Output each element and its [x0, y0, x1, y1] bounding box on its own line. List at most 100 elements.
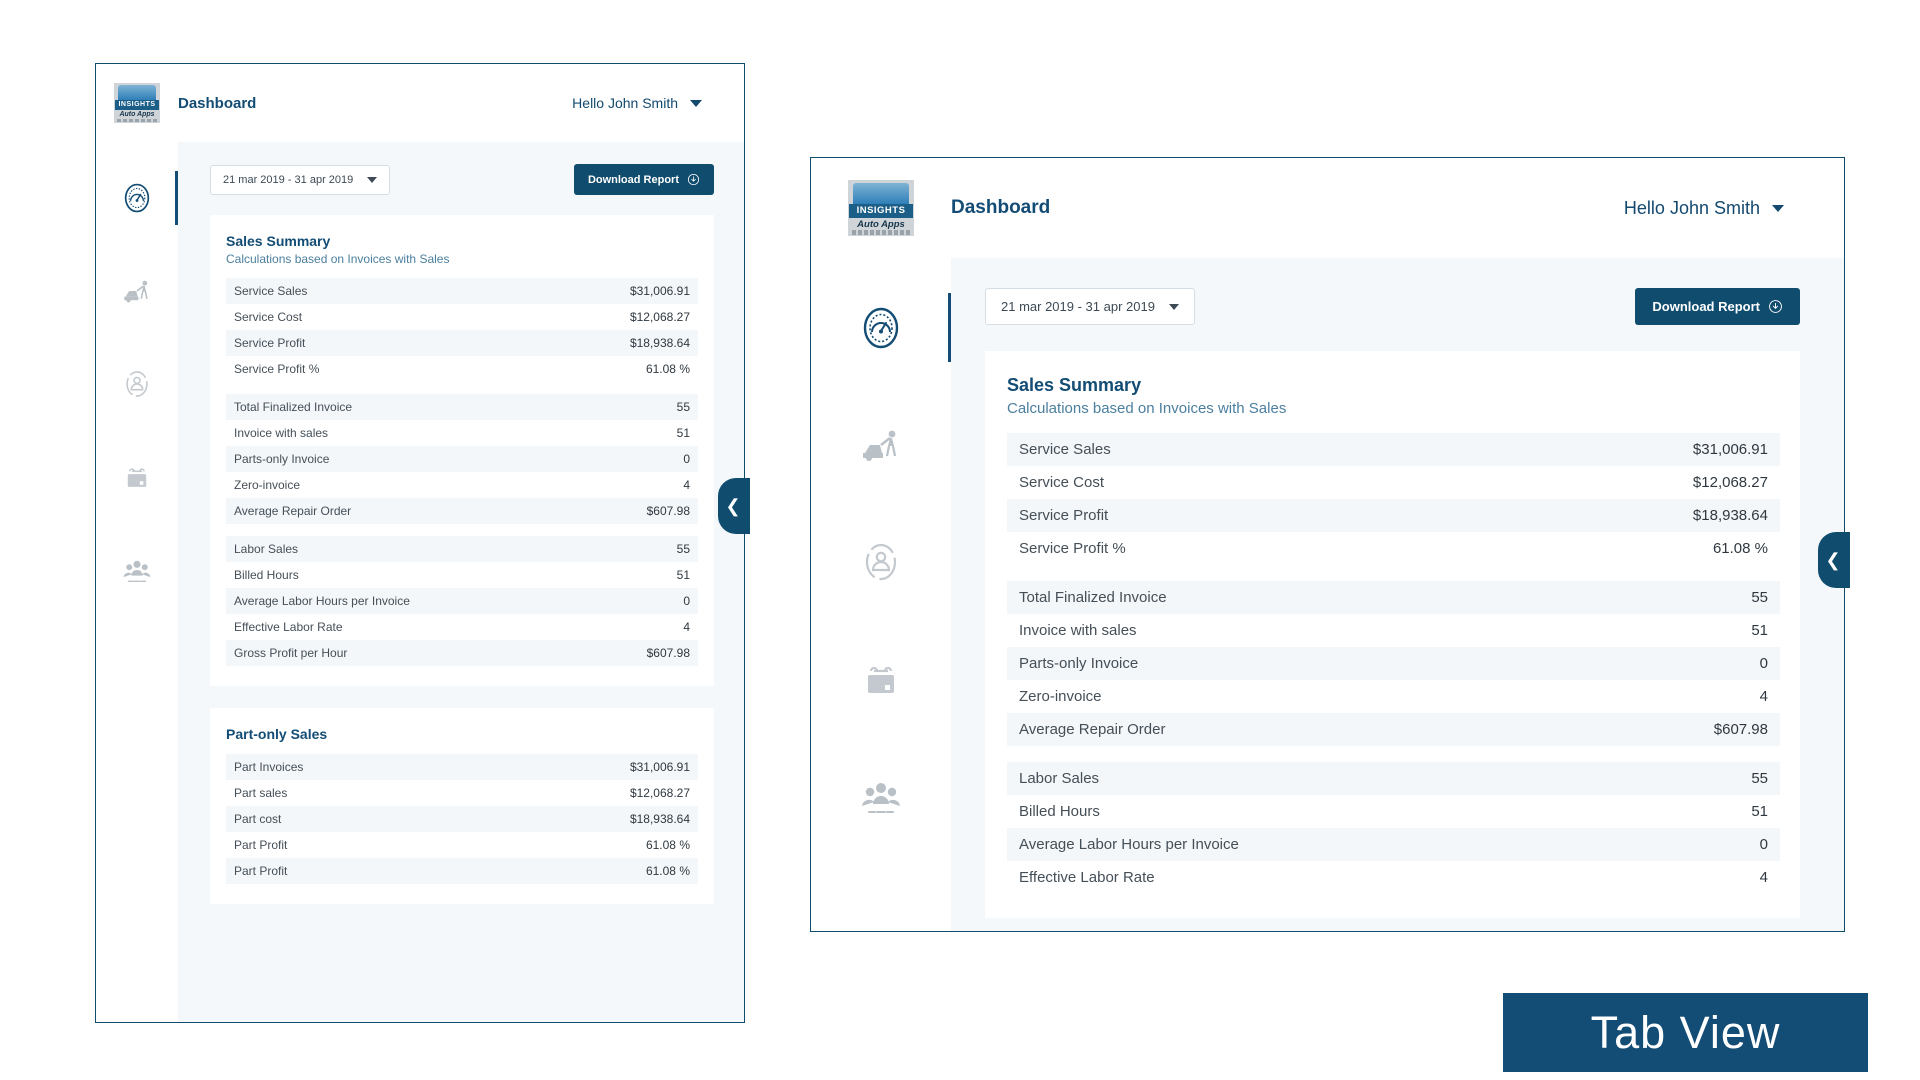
- logo-insights-text: INSIGHTS: [114, 99, 160, 111]
- table-row: Zero-invoice 4: [226, 472, 698, 498]
- table-row: Average Labor Hours per Invoice 0: [226, 588, 698, 614]
- toolbar-narrow: 21 mar 2019 - 31 apr 2019 Download Repor…: [178, 142, 744, 209]
- sidebar-item-service[interactable]: [811, 397, 951, 492]
- gauge-icon: [124, 183, 150, 212]
- row-value: 51: [1751, 803, 1768, 820]
- sidebar-item-customers[interactable]: [811, 514, 951, 609]
- gauge-icon: [863, 307, 899, 348]
- chevron-left-icon: ❮: [1825, 550, 1841, 570]
- row-value: 4: [683, 478, 690, 492]
- user-menu[interactable]: Hello John Smith: [572, 95, 744, 111]
- sidebar-item-team[interactable]: [811, 748, 951, 843]
- app-window-narrow: INSIGHTS Auto Apps Dashboard Hello John …: [95, 63, 745, 1023]
- sidebar-item-team[interactable]: [96, 532, 178, 607]
- user-greeting: Hello John Smith: [572, 95, 678, 111]
- table-row: Average Repair Order $607.98: [226, 498, 698, 524]
- row-value: 61.08 %: [645, 362, 690, 376]
- table-row: Billed Hours 51: [1007, 795, 1780, 828]
- sidebar-rail: [96, 142, 180, 1022]
- row-label: Gross Profit per Hour: [234, 646, 348, 660]
- table-row: Service Profit $18,938.64: [226, 330, 698, 356]
- sidebar-item-customers[interactable]: [96, 346, 178, 421]
- row-value: 0: [1759, 655, 1768, 672]
- row-value: $18,938.64: [629, 336, 690, 350]
- table-row: Part Profit 61.08 %: [226, 832, 698, 858]
- person-badge-icon: [126, 370, 148, 397]
- row-value: 55: [676, 400, 690, 414]
- table-row: Invoice with sales 51: [1007, 614, 1780, 647]
- table-row: Service Profit $18,938.64: [1007, 499, 1780, 532]
- row-value: 61.08 %: [645, 838, 690, 852]
- download-cloud-icon: [687, 173, 700, 186]
- table-row: Gross Profit per Hour $607.98: [226, 640, 698, 666]
- row-label: Parts-only Invoice: [1019, 655, 1139, 672]
- row-label: Part Profit: [234, 864, 288, 878]
- row-value: 61.08 %: [645, 864, 690, 878]
- download-report-button[interactable]: Download Report: [1635, 288, 1800, 325]
- row-group-separator: [226, 382, 698, 394]
- part-only-sales-rows: Part Invoices $31,006.91 Part sales $12,068…: [226, 754, 698, 884]
- row-label: Parts-only Invoice: [234, 452, 330, 466]
- row-value: 55: [1751, 770, 1768, 787]
- row-label: Service Sales: [234, 284, 308, 298]
- row-value: 0: [683, 594, 690, 608]
- download-report-button[interactable]: Download Report: [573, 164, 714, 195]
- main-content-wide: 21 mar 2019 - 31 apr 2019 Download Repor…: [951, 258, 1844, 931]
- row-label: Invoice with sales: [234, 426, 329, 440]
- row-value: 4: [683, 620, 690, 634]
- logo-autoapps-text: Auto Apps: [857, 218, 905, 230]
- table-row: Labor Sales 55: [226, 536, 698, 562]
- table-row: Billed Hours 51: [226, 562, 698, 588]
- row-value: 0: [1759, 836, 1768, 853]
- card-subtitle: Calculations based on Invoices with Sale…: [226, 252, 450, 266]
- row-value: $31,006.91: [629, 760, 690, 774]
- chevron-down-icon: [1772, 204, 1784, 212]
- table-row: Zero-invoice 4: [1007, 680, 1780, 713]
- row-value: $31,006.91: [1692, 441, 1768, 458]
- row-label: Average Labor Hours per Invoice: [234, 594, 410, 608]
- sidebar-item-appointments[interactable]: [96, 439, 178, 514]
- logo-wrap: INSIGHTS Auto Apps: [811, 180, 951, 236]
- row-label: Average Repair Order: [1019, 721, 1166, 738]
- row-label: Service Profit: [234, 336, 306, 350]
- row-value: $12,068.27: [629, 786, 690, 800]
- app-body-narrow: 21 mar 2019 - 31 apr 2019 Download Repor…: [96, 142, 744, 1022]
- logo-swoosh-icon: [117, 85, 157, 100]
- card-title: Part-only Sales: [226, 726, 328, 742]
- row-label: Service Cost: [1019, 474, 1105, 491]
- sidebar-item-dashboard[interactable]: [811, 280, 953, 375]
- part-only-sales-card-narrow: Part-only Sales Part Invoices $31,006.91 P…: [210, 708, 714, 904]
- person-badge-icon: [865, 543, 897, 580]
- chevron-down-icon: [690, 99, 702, 107]
- table-row: Service Profit % 61.08 %: [1007, 532, 1780, 565]
- people-group-icon: [123, 560, 151, 582]
- table-row: Parts-only Invoice 0: [226, 446, 698, 472]
- row-label: Part Profit: [234, 838, 288, 852]
- collapse-panel-handle-wide[interactable]: ❮: [1818, 532, 1850, 588]
- row-value: 55: [1751, 589, 1768, 606]
- sidebar-item-service[interactable]: [96, 253, 178, 328]
- row-group-separator: [226, 524, 698, 536]
- table-row: Effective Labor Rate 4: [1007, 861, 1780, 894]
- table-row: Average Repair Order $607.98: [1007, 713, 1780, 746]
- date-range-picker[interactable]: 21 mar 2019 - 31 apr 2019: [210, 164, 391, 195]
- car-repair-icon: [124, 280, 148, 302]
- app-window-wide: INSIGHTS Auto Apps Dashboard Hello John …: [810, 157, 1845, 932]
- row-label: Service Cost: [234, 310, 303, 324]
- sales-summary-card-wide: Sales Summary Calculations based on Invo…: [985, 351, 1800, 918]
- logo-insights-text: INSIGHTS: [849, 203, 913, 219]
- chevron-down-icon: [1168, 303, 1179, 310]
- row-label: Invoice with sales: [1019, 622, 1137, 639]
- table-row: Service Profit % 61.08 %: [226, 356, 698, 382]
- download-cloud-icon: [1769, 300, 1782, 313]
- sidebar-item-appointments[interactable]: [811, 631, 951, 726]
- app-header-wide: INSIGHTS Auto Apps Dashboard Hello John …: [811, 158, 1844, 258]
- user-menu[interactable]: Hello John Smith: [1624, 198, 1844, 219]
- row-label: Service Profit: [1019, 507, 1109, 524]
- sidebar-item-dashboard[interactable]: [96, 160, 180, 235]
- page-title: Dashboard: [178, 94, 257, 112]
- table-row: Labor Sales 55: [1007, 762, 1780, 795]
- date-range-picker[interactable]: 21 mar 2019 - 31 apr 2019: [985, 288, 1195, 325]
- chevron-down-icon: [367, 176, 378, 183]
- collapse-panel-handle-narrow[interactable]: ❮: [718, 478, 750, 534]
